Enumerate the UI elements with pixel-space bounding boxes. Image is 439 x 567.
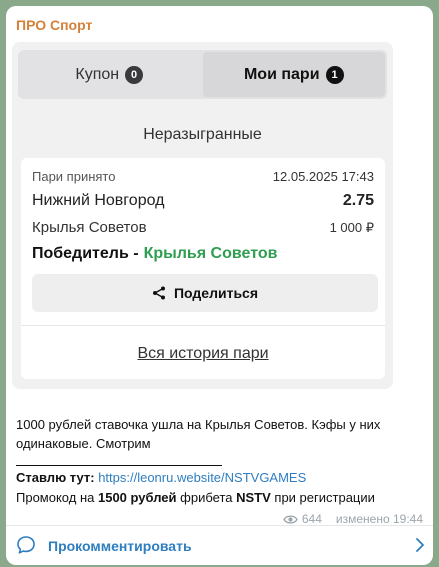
- bet-datetime: 12.05.2025 17:43: [272, 169, 374, 184]
- share-icon: [152, 286, 165, 300]
- comment-icon: [17, 536, 35, 554]
- bet-link[interactable]: https://leonru.website/NSTVGAMES: [98, 470, 306, 485]
- comment-bar[interactable]: Прокомментировать: [6, 525, 433, 565]
- channel-message: ПРО Спорт Купон 0 Мои пари 1 Неразыгранн…: [6, 6, 433, 565]
- share-button: Поделиться: [32, 274, 378, 312]
- bet-match-row: Нижний Новгород 2.75: [32, 192, 374, 210]
- bet-status-row: Пари принято 12.05.2025 17:43: [32, 169, 374, 184]
- bet-selection: Крылья Советов: [143, 245, 278, 262]
- bet-team1: Нижний Новгород: [32, 192, 165, 209]
- tab-coupon: Купон 0: [18, 50, 201, 99]
- bet-odds: 2.75: [342, 192, 374, 209]
- bet-market-row: Победитель - Крылья Советов: [32, 245, 374, 263]
- views-eye-icon: [283, 514, 298, 524]
- promo-line: Промокод на 1500 рублей фрибета NSTV при…: [16, 488, 426, 508]
- tab-coupon-badge: 0: [125, 65, 144, 84]
- bet-status: Пари принято: [32, 169, 116, 184]
- promo-mid: фрибета: [180, 490, 233, 505]
- text-separator: [16, 465, 222, 466]
- bet-market: Победитель -: [32, 245, 139, 262]
- edited-time: изменено 19:44: [335, 512, 423, 526]
- channel-name[interactable]: ПРО Спорт: [16, 17, 92, 33]
- bet-team2-row: Крылья Советов 1 000 ₽: [32, 219, 374, 236]
- message-text: 1000 рублей ставочка ушла на Крылья Сове…: [16, 417, 381, 451]
- stavlyu-line: Ставлю тут: https://leonru.website/NSTVG…: [16, 468, 426, 488]
- message-links: Ставлю тут: https://leonru.website/NSTVG…: [16, 468, 426, 508]
- chevron-right-icon[interactable]: [415, 537, 425, 553]
- section-title: Неразыгранные: [143, 126, 262, 143]
- bet-screenshot[interactable]: Купон 0 Мои пари 1 Неразыгранные Пари пр…: [12, 42, 393, 389]
- tab-my-bets-label: Мои пари: [243, 65, 320, 83]
- bet-tabs: Купон 0 Мои пари 1: [18, 50, 387, 99]
- bet-history-link: Вся история пари: [137, 345, 269, 362]
- bet-card: Пари принято 12.05.2025 17:43 Нижний Нов…: [21, 158, 385, 379]
- share-label: Поделиться: [173, 285, 259, 301]
- bet-amount: 1 000 ₽: [329, 219, 374, 235]
- stavlyu-label: Ставлю тут:: [16, 470, 95, 485]
- tab-coupon-label: Купон: [75, 65, 120, 83]
- tab-my-bets-badge: 1: [325, 65, 344, 84]
- promo-amount: 1500 рублей: [97, 490, 177, 505]
- promo-prefix: Промокод на: [16, 490, 95, 505]
- bet-team2: Крылья Советов: [32, 219, 147, 236]
- promo-suffix: при регистрации: [274, 490, 375, 505]
- promo-code: NSTV: [236, 490, 271, 505]
- tab-my-bets: Мои пари 1: [202, 52, 385, 97]
- comment-label[interactable]: Прокомментировать: [48, 538, 192, 554]
- message-meta: 644 изменено 19:44: [283, 512, 423, 526]
- views-count: 644: [301, 512, 322, 526]
- card-divider: [21, 325, 385, 326]
